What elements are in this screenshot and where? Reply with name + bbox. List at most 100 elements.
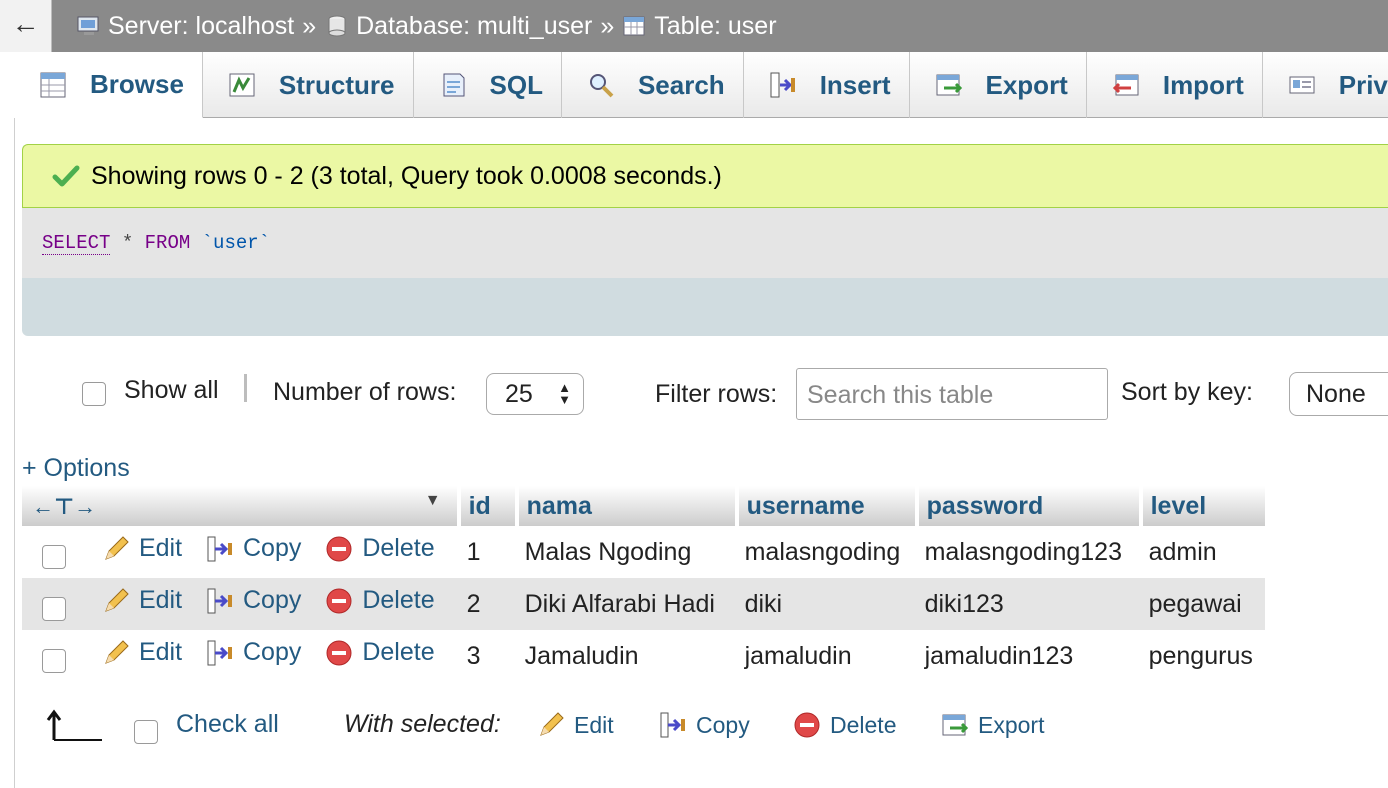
bulk-export-button[interactable]: Export: [940, 710, 1044, 740]
tab-export[interactable]: Export: [910, 52, 1087, 118]
column-header-id[interactable]: id: [458, 486, 519, 526]
insert-icon: [770, 72, 795, 98]
copy-button[interactable]: Copy: [205, 638, 301, 668]
tab-browse-label: Browse: [90, 69, 184, 99]
export-icon: [936, 74, 962, 96]
cell-nama[interactable]: Jamaludin: [516, 630, 737, 682]
dropdown-triangle-icon[interactable]: ▼: [425, 492, 441, 510]
cell-level[interactable]: pegawai: [1140, 578, 1265, 630]
table-row: Edit Copy Delete 2 Diki Alfarabi Hadi di…: [22, 578, 1265, 630]
filter-rows-input[interactable]: Search this table: [796, 368, 1108, 420]
check-all-label[interactable]: Check all: [176, 710, 279, 739]
table-icon: [623, 16, 645, 36]
tab-insert[interactable]: Insert: [744, 52, 910, 118]
cell-username[interactable]: malasngoding: [736, 526, 917, 578]
sql-keyword-select[interactable]: SELECT: [42, 232, 111, 255]
cell-username[interactable]: diki: [736, 578, 917, 630]
delete-icon: [794, 712, 820, 738]
database-icon: [328, 15, 346, 37]
number-of-rows-select[interactable]: 25 ▲ ▼: [486, 373, 584, 415]
success-message-text: Showing rows 0 - 2 (3 total, Query took …: [91, 161, 722, 190]
sql-query: SELECT * FROM `user`: [42, 232, 270, 255]
arrow-up-corner-icon: [46, 709, 102, 741]
copy-icon: [207, 536, 232, 561]
bulk-actions-bar: Check all With selected: Edit Copy Delet…: [0, 700, 1388, 750]
cell-username[interactable]: jamaludin: [736, 630, 917, 682]
with-selected-label: With selected:: [344, 710, 501, 738]
tab-import[interactable]: Import: [1087, 52, 1263, 118]
delete-label: Delete: [362, 534, 435, 562]
copy-icon: [207, 640, 232, 665]
bulk-copy-button[interactable]: Copy: [658, 710, 750, 740]
pencil-icon: [105, 535, 129, 560]
cell-id[interactable]: 3: [458, 630, 517, 682]
cell-id[interactable]: 2: [458, 578, 517, 630]
delete-icon: [326, 588, 352, 613]
tab-import-label: Import: [1162, 69, 1244, 100]
cell-level[interactable]: admin: [1140, 526, 1265, 578]
column-header-username[interactable]: username: [736, 486, 919, 526]
delete-button[interactable]: Delete: [324, 638, 435, 668]
cell-id[interactable]: 1: [458, 526, 517, 578]
row-checkbox[interactable]: [42, 596, 66, 621]
edit-button[interactable]: Edit: [101, 586, 182, 616]
breadcrumb-database[interactable]: Database: multi_user: [324, 12, 592, 41]
tab-privileges[interactable]: Privi: [1263, 52, 1388, 118]
breadcrumb-server[interactable]: Server: localhost: [76, 12, 294, 41]
edit-button[interactable]: Edit: [101, 638, 182, 668]
browse-icon: [40, 72, 66, 97]
server-icon: [77, 16, 99, 35]
back-arrow-icon[interactable]: ←: [0, 0, 52, 52]
sort-by-key-select[interactable]: None: [1289, 372, 1388, 416]
tab-privileges-label: Privi: [1338, 69, 1388, 100]
row-actions: Edit Copy Delete: [22, 526, 459, 578]
delete-button[interactable]: Delete: [324, 586, 435, 616]
column-header-level[interactable]: level: [1140, 486, 1265, 526]
cell-password[interactable]: malasngoding123: [916, 526, 1141, 578]
bulk-edit-button[interactable]: Edit: [536, 710, 614, 740]
column-header-password[interactable]: password: [916, 486, 1143, 526]
tab-sql[interactable]: SQL: [414, 52, 562, 118]
row-checkbox[interactable]: [42, 544, 66, 569]
bulk-export-label: Export: [978, 711, 1045, 738]
sql-star: *: [110, 232, 145, 254]
delete-button[interactable]: Delete: [324, 534, 435, 564]
column-controls-header[interactable]: ←⊤→ ▼: [22, 486, 461, 526]
export-icon: [942, 714, 969, 736]
options-link[interactable]: + Options: [22, 454, 130, 483]
stepper-arrows-icon: ▲ ▼: [558, 380, 571, 407]
tab-browse[interactable]: Browse: [14, 52, 203, 118]
checkmark-icon: [52, 165, 80, 187]
bulk-delete-button[interactable]: Delete: [792, 710, 896, 740]
number-of-rows-value: 25: [505, 380, 533, 408]
pencil-icon: [540, 712, 564, 736]
edit-button[interactable]: Edit: [101, 534, 182, 564]
tab-search-label: Search: [637, 69, 725, 100]
cell-nama[interactable]: Malas Ngoding: [516, 526, 737, 578]
show-all-label: Show all: [124, 376, 219, 404]
edit-label: Edit: [138, 586, 183, 614]
column-header-nama[interactable]: nama: [516, 486, 739, 526]
navigation-controls: Show all Number of rows: 25 ▲ ▼ Filter ro…: [0, 366, 1388, 422]
structure-icon: [229, 73, 255, 97]
show-all-checkbox[interactable]: [82, 382, 106, 406]
cell-password[interactable]: diki123: [916, 578, 1141, 630]
query-tools-bar: [22, 278, 1388, 336]
delete-label: Delete: [362, 638, 435, 666]
sql-query-box: SELECT * FROM `user`: [22, 208, 1388, 278]
column-resize-icon[interactable]: ←⊤→: [32, 494, 96, 519]
breadcrumb-table[interactable]: Table: user: [622, 12, 777, 41]
cell-level[interactable]: pengurus: [1140, 630, 1265, 682]
copy-button[interactable]: Copy: [205, 534, 301, 564]
cell-password[interactable]: jamaludin123: [916, 630, 1141, 682]
tab-search[interactable]: Search: [562, 52, 744, 118]
tab-structure[interactable]: Structure: [203, 52, 414, 118]
delete-label: Delete: [362, 586, 435, 614]
bulk-delete-label: Delete: [830, 711, 897, 738]
check-all-checkbox[interactable]: [134, 720, 158, 744]
copy-button[interactable]: Copy: [205, 586, 301, 616]
filter-rows-label: Filter rows:: [655, 380, 778, 408]
sort-by-key-label: Sort by key:: [1121, 378, 1253, 406]
cell-nama[interactable]: Diki Alfarabi Hadi: [516, 578, 737, 630]
row-checkbox[interactable]: [42, 648, 66, 673]
